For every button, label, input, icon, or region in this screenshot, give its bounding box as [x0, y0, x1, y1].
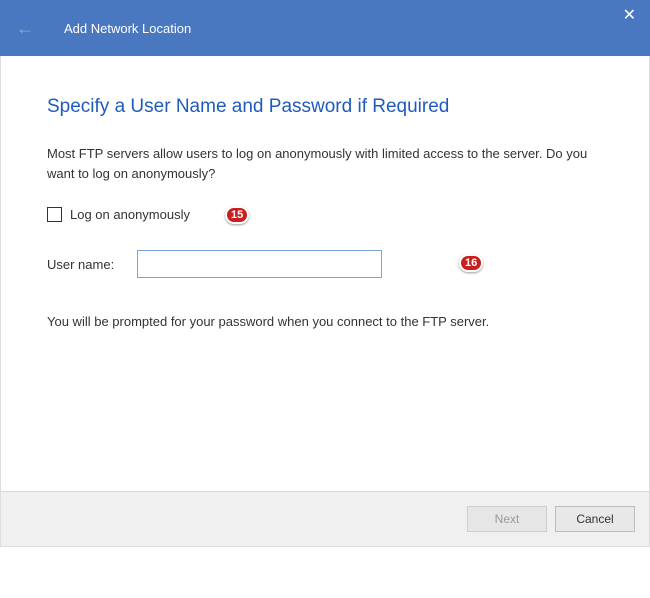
cancel-button[interactable]: Cancel	[555, 506, 635, 532]
next-button[interactable]: Next	[467, 506, 547, 532]
anonymous-checkbox[interactable]	[47, 207, 62, 222]
anonymous-checkbox-label: Log on anonymously	[70, 207, 190, 222]
annotation-15: 15	[225, 206, 249, 224]
back-arrow-icon: ←	[16, 18, 34, 39]
username-input[interactable]	[137, 250, 382, 278]
annotation-16: 16	[459, 254, 483, 272]
wizard-footer: Next Cancel	[0, 491, 650, 547]
page-heading: Specify a User Name and Password if Requ…	[47, 96, 609, 118]
close-icon[interactable]: ✕	[623, 8, 636, 24]
wizard-title: Add Network Location	[64, 21, 191, 36]
wizard-content: Specify a User Name and Password if Requ…	[0, 56, 650, 491]
intro-text: Most FTP servers allow users to log on a…	[47, 144, 609, 183]
anonymous-checkbox-row: Log on anonymously 15	[47, 207, 609, 222]
shadow-decoration	[0, 548, 650, 598]
titlebar: ← Add Network Location ✕	[0, 0, 650, 56]
username-label: User name:	[47, 257, 137, 272]
username-row: User name: 16	[47, 250, 609, 278]
password-footnote: You will be prompted for your password w…	[47, 314, 609, 329]
